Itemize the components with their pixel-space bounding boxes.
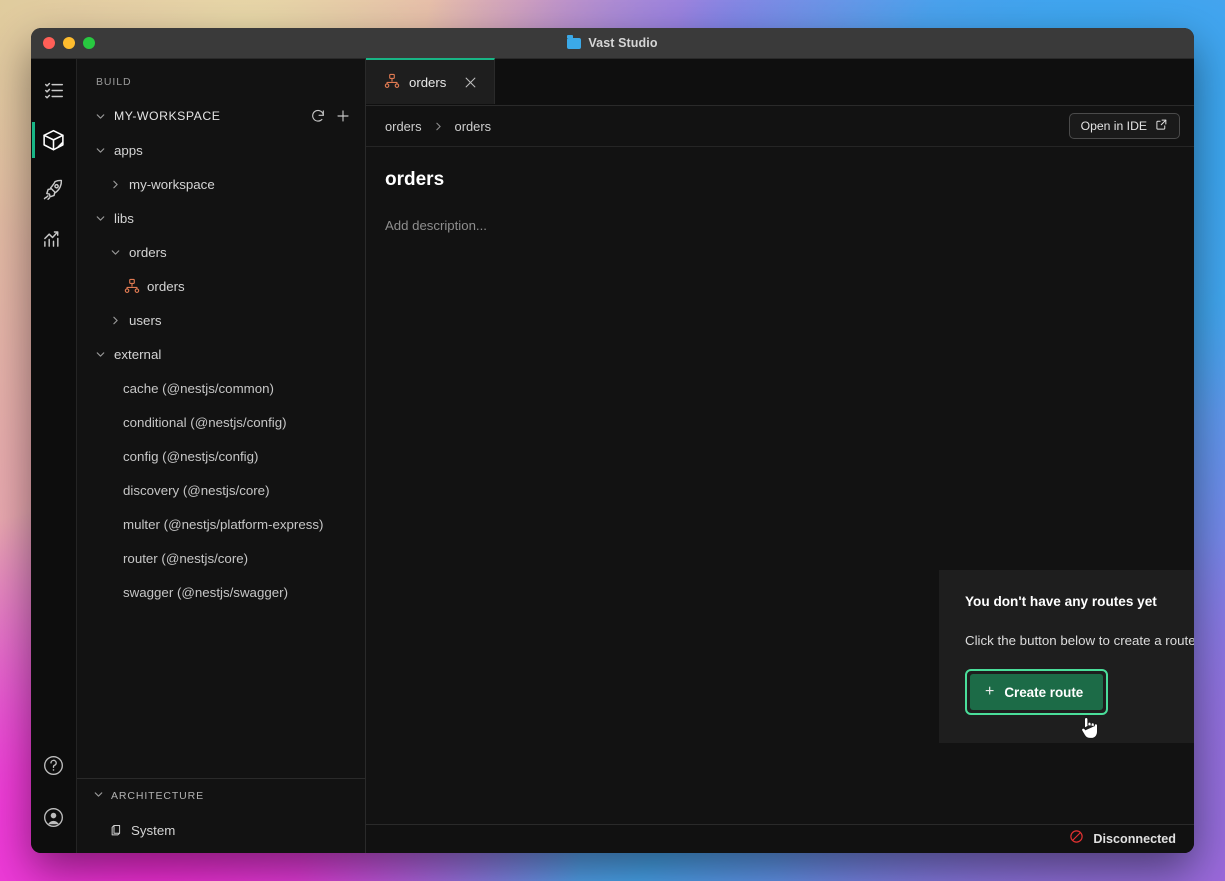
description-input[interactable]: Add description... <box>385 218 1194 233</box>
rail-item-insights[interactable] <box>32 220 76 256</box>
external-item-label: discovery (@nestjs/core) <box>123 482 270 498</box>
sitemap-icon <box>384 73 400 92</box>
architecture-item-label: System <box>131 822 176 838</box>
external-item-label: config (@nestjs/config) <box>123 448 259 464</box>
external-item[interactable]: config (@nestjs/config) <box>77 439 365 473</box>
tree-item-label: libs <box>114 210 134 226</box>
breadcrumb-bar: orders orders Open in IDE <box>366 106 1194 147</box>
tree-item-label: apps <box>114 142 143 158</box>
tree-item-orders-api[interactable]: orders <box>77 269 365 303</box>
external-item[interactable]: swagger (@nestjs/swagger) <box>77 575 365 609</box>
external-item[interactable]: router (@nestjs/core) <box>77 541 365 575</box>
refresh-icon[interactable] <box>310 108 326 124</box>
rail-item-tasks[interactable] <box>32 73 76 109</box>
rail-item-account[interactable] <box>32 799 76 835</box>
architecture-item-system[interactable]: System <box>77 813 365 847</box>
chart-icon <box>42 227 65 250</box>
chevron-down-icon <box>92 346 108 362</box>
create-route-focus-ring: + Create route <box>965 669 1109 715</box>
activity-rail <box>31 59 77 853</box>
content-canvas: orders Add description... You don't have… <box>366 147 1194 824</box>
help-icon <box>42 754 65 777</box>
chevron-down-icon <box>92 108 108 124</box>
explorer-panel: BUILD MY-WORKSPACE apps my-workspace lib… <box>77 59 366 853</box>
external-link-icon <box>1155 118 1168 134</box>
ban-icon <box>1069 829 1084 849</box>
rail-item-deploy[interactable] <box>32 171 76 207</box>
tree-item-orders-folder[interactable]: orders <box>77 235 365 269</box>
external-item-label: conditional (@nestjs/config) <box>123 414 287 430</box>
rail-item-help[interactable] <box>32 747 76 783</box>
workspace-label: MY-WORKSPACE <box>114 109 221 123</box>
workspace-root-row[interactable]: MY-WORKSPACE <box>77 99 365 133</box>
rail-item-build[interactable] <box>31 122 76 158</box>
folder-icon <box>567 35 582 49</box>
window-controls[interactable] <box>43 37 95 49</box>
breadcrumb-item[interactable]: orders <box>385 119 422 134</box>
chevron-down-icon <box>92 788 105 804</box>
architecture-section: ARCHITECTURE System <box>77 778 365 853</box>
external-item-label: swagger (@nestjs/swagger) <box>123 584 288 600</box>
tree-item-label: users <box>129 312 162 328</box>
tree-item-libs[interactable]: libs <box>77 201 365 235</box>
account-icon <box>42 806 65 829</box>
tree-item-label: external <box>114 346 162 362</box>
chevron-down-icon <box>92 210 108 226</box>
tree-item-apps[interactable]: apps <box>77 133 365 167</box>
plus-icon[interactable] <box>335 108 351 124</box>
window-title-group: Vast Studio <box>31 35 1194 50</box>
tree-item-label: my-workspace <box>129 176 215 192</box>
close-window-button[interactable] <box>43 37 55 49</box>
tree-item-users[interactable]: users <box>77 303 365 337</box>
external-item-label: cache (@nestjs/common) <box>123 380 274 396</box>
chevron-down-icon <box>107 244 123 260</box>
chevron-right-icon <box>432 120 445 133</box>
page-title: orders <box>385 169 445 190</box>
external-item-label: router (@nestjs/core) <box>123 550 249 566</box>
tab-strip: orders <box>366 58 1194 106</box>
chevron-down-icon <box>92 142 108 158</box>
connection-status: Disconnected <box>1093 832 1176 846</box>
maximize-window-button[interactable] <box>83 37 95 49</box>
open-in-ide-label: Open in IDE <box>1080 119 1147 133</box>
tree-item-external[interactable]: external <box>77 337 365 371</box>
tab-label: orders <box>409 74 447 90</box>
checklist-icon <box>43 80 65 102</box>
title-bar: Vast Studio <box>31 28 1194 59</box>
window-title: Vast Studio <box>588 36 658 50</box>
main-area: orders orders orders Open in IDE orders … <box>366 58 1194 853</box>
cube-icon <box>107 822 125 838</box>
breadcrumb-item[interactable]: orders <box>455 119 492 134</box>
close-icon[interactable] <box>463 75 478 90</box>
empty-state-title: You don't have any routes yet <box>965 594 1157 609</box>
empty-state-card: You don't have any routes yet Click the … <box>939 570 1194 743</box>
external-item[interactable]: conditional (@nestjs/config) <box>77 405 365 439</box>
open-in-ide-button[interactable]: Open in IDE <box>1068 113 1180 139</box>
rocket-icon <box>42 178 65 201</box>
create-route-label: Create route <box>1004 684 1084 700</box>
explorer-section-label: BUILD <box>96 76 132 88</box>
external-item-label: multer (@nestjs/platform-express) <box>123 516 324 532</box>
plus-icon: + <box>985 683 995 700</box>
explorer-scroll[interactable]: BUILD MY-WORKSPACE apps my-workspace lib… <box>77 59 365 778</box>
tree-item-my-workspace[interactable]: my-workspace <box>77 167 365 201</box>
empty-state-subtitle: Click the button below to create a route… <box>965 633 1194 648</box>
tree-item-label: orders <box>147 278 185 294</box>
status-bar: Disconnected <box>366 824 1194 853</box>
create-route-button[interactable]: + Create route <box>970 674 1104 710</box>
external-item[interactable]: cache (@nestjs/common) <box>77 371 365 405</box>
sitemap-icon <box>123 278 141 294</box>
tree-item-label: orders <box>129 244 167 260</box>
chevron-right-icon <box>107 312 123 328</box>
chevron-right-icon <box>107 176 123 192</box>
architecture-label: ARCHITECTURE <box>111 790 205 802</box>
minimize-window-button[interactable] <box>63 37 75 49</box>
app-window: Vast Studio BUILD MY-WORKSPACE apps my-w… <box>31 28 1194 853</box>
architecture-header[interactable]: ARCHITECTURE <box>77 779 365 813</box>
package-icon <box>41 128 66 153</box>
external-item[interactable]: multer (@nestjs/platform-express) <box>77 507 365 541</box>
tab-orders[interactable]: orders <box>366 58 496 104</box>
external-item[interactable]: discovery (@nestjs/core) <box>77 473 365 507</box>
